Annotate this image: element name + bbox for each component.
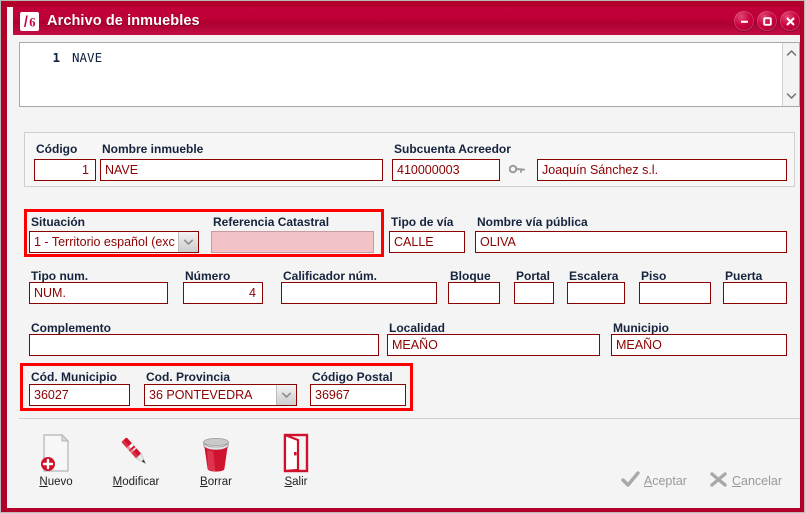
aceptar-rest: ceptar [652,474,687,488]
cancelar-label: Cancelar [732,474,782,488]
portal-input[interactable] [514,282,554,304]
vertical-scrollbar[interactable] [782,43,799,106]
chevron-up-icon[interactable] [784,46,799,60]
window-title: Archivo de inmuebles [47,13,734,29]
municipio-label: Municipio [613,321,669,335]
salir-button[interactable]: Salir [265,433,327,488]
chevron-down-icon[interactable] [276,385,296,405]
calificador-num-input[interactable] [281,282,437,304]
dialog-actions: Aceptar Cancelar [621,471,782,491]
tipo-de-via-label: Tipo de vía [391,215,453,229]
cod-provincia-label: Cod. Provincia [146,370,230,384]
localidad-label: Localidad [389,321,445,335]
subcuenta-acreedor-code-input[interactable]: 410000003 [392,159,500,181]
municipio-input[interactable]: MEAÑO [611,334,787,356]
check-icon [621,471,640,491]
salir-accel: S [284,476,292,488]
maximize-icon[interactable] [757,11,777,31]
aceptar-accel: A [644,474,652,488]
nombre-via-publica-input[interactable]: OLIVA [475,231,787,253]
numero-input[interactable]: 4 [183,282,263,304]
chevron-down-icon[interactable] [784,89,799,103]
numero-label: Número [185,269,230,283]
window-frame: 6 Archivo de inmuebles [1,1,805,513]
puerta-label: Puerta [725,269,762,283]
escalera-label: Escalera [569,269,618,283]
subcuenta-acreedor-name-input[interactable]: Joaquín Sánchez s.l. [537,159,787,181]
codigo-postal-input[interactable]: 36967 [310,384,406,406]
cancelar-rest: ancelar [741,474,782,488]
modificar-label: Modificar [113,476,160,488]
referencia-catastral-input[interactable] [211,231,374,253]
calificador-num-label: Calificador núm. [283,269,377,283]
situacion-select[interactable]: 1 - Territorio español (exc [29,231,199,253]
cod-municipio-label: Cód. Municipio [31,370,117,384]
subcuenta-acreedor-label: Subcuenta Acreedor [394,142,511,156]
nuevo-button[interactable]: Nuevo [25,433,87,488]
record-list-body[interactable]: 1 NAVE [20,43,782,106]
modificar-accel: M [113,476,123,488]
piso-input[interactable] [639,282,711,304]
salir-label: Salir [284,476,307,488]
application-window: 6 Archivo de inmuebles [0,0,805,513]
tipo-num-input[interactable]: NUM. [29,282,168,304]
nuevo-accel: N [39,476,47,488]
localidad-input[interactable]: MEAÑO [387,334,600,356]
cross-icon [709,471,728,491]
pen-edit-icon [119,433,153,473]
nombre-via-publica-label: Nombre vía pública [477,215,588,229]
key-icon[interactable] [507,160,527,180]
nombre-inmueble-label: Nombre inmueble [102,142,203,156]
list-item-code: 1 [44,50,60,65]
tipo-num-label: Tipo num. [31,269,88,283]
salir-rest: alir [292,476,307,488]
codigo-label: Código [36,142,77,156]
bloque-label: Bloque [450,269,491,283]
title-bar: 6 Archivo de inmuebles [13,7,805,35]
cancelar-accel: C [732,474,741,488]
borrar-rest: orrar [208,476,232,488]
situacion-selected-value: 1 - Territorio español (exc [30,232,178,252]
list-item[interactable]: 1 NAVE [20,43,782,67]
referencia-catastral-label: Referencia Catastral [213,215,329,229]
codigo-postal-label: Código Postal [312,370,393,384]
exit-door-icon [279,433,313,473]
chevron-down-icon[interactable] [178,232,198,252]
cancelar-button[interactable]: Cancelar [709,471,782,491]
app-logo-icon: 6 [20,12,39,31]
cod-provincia-select[interactable]: 36 PONTEVEDRA [144,384,297,406]
svg-text:6: 6 [29,15,35,29]
close-icon[interactable] [780,11,800,31]
escalera-input[interactable] [567,282,625,304]
bloque-input[interactable] [448,282,500,304]
aceptar-label: Aceptar [644,474,687,488]
trash-bin-icon [199,433,233,473]
complemento-input[interactable] [29,334,379,356]
piso-label: Piso [641,269,666,283]
nombre-inmueble-input[interactable]: NAVE [100,159,383,181]
modificar-rest: odificar [122,476,159,488]
nuevo-rest: uevo [48,476,73,488]
window-controls [734,11,800,31]
complemento-label: Complemento [31,321,111,335]
minimize-icon[interactable] [734,11,754,31]
tipo-de-via-input[interactable]: CALLE [389,231,465,253]
borrar-accel: B [200,476,208,488]
cod-provincia-selected-value: 36 PONTEVEDRA [145,385,276,405]
borrar-button[interactable]: Borrar [185,433,247,488]
action-toolbar: Nuevo Modificar [25,433,327,488]
portal-label: Portal [516,269,550,283]
aceptar-button[interactable]: Aceptar [621,471,687,491]
situacion-label: Situación [31,215,85,229]
nuevo-label: Nuevo [39,476,72,488]
borrar-label: Borrar [200,476,232,488]
codigo-input[interactable]: 1 [34,159,96,181]
modificar-button[interactable]: Modificar [105,433,167,488]
new-document-icon [39,433,73,473]
footer-separator [19,418,800,419]
list-item-name: NAVE [72,50,102,65]
record-list[interactable]: 1 NAVE [19,42,800,107]
cod-municipio-input[interactable]: 36027 [29,384,130,406]
puerta-input[interactable] [723,282,787,304]
